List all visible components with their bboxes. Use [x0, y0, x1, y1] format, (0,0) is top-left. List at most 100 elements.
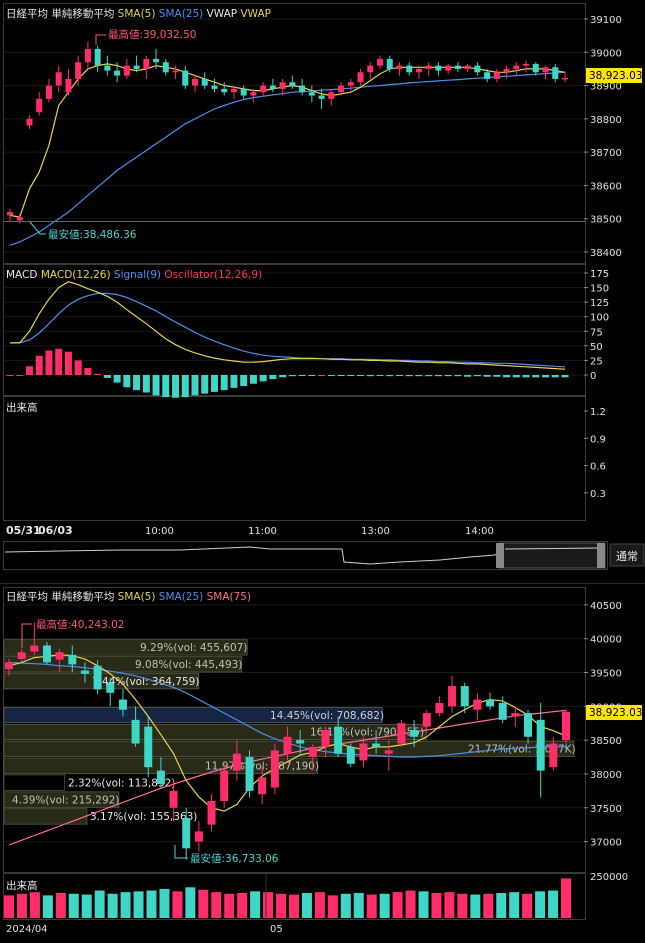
macd-oscillator-bar — [386, 375, 394, 377]
intraday-candle — [357, 72, 364, 83]
daily-volume-bar — [496, 892, 507, 918]
intraday-candle — [26, 118, 33, 126]
daily-candle — [55, 652, 64, 660]
daily-candle — [258, 777, 267, 795]
macd-oscillator-bar — [103, 375, 111, 378]
daily-volume-bar — [81, 894, 92, 918]
daily-volume-bar — [301, 892, 312, 918]
macd-oscillator-bar — [561, 375, 569, 378]
macd-oscillator-bar — [279, 375, 287, 378]
daily-candle — [384, 750, 393, 754]
intraday-candle — [308, 92, 315, 96]
macd-oscillator-bar — [483, 375, 491, 377]
macd-y-tick: 25 — [590, 356, 603, 367]
daily-volume-bar — [405, 890, 416, 918]
intraday-candle — [172, 70, 179, 73]
macd-oscillator-bar — [425, 375, 433, 377]
macd-oscillator-bar — [94, 373, 102, 375]
intraday-candle — [328, 92, 335, 99]
macd-oscillator-bar — [25, 366, 33, 375]
daily-candle — [207, 801, 216, 825]
daily-date-label-05: 05 — [270, 924, 283, 935]
intraday-legend-item: SMA(25) — [155, 8, 203, 20]
daily-volume-bar — [353, 892, 364, 918]
macd-oscillator-bar — [551, 375, 559, 378]
intraday-candle — [386, 58, 393, 69]
daily-low-label: 最安値:36,733.06 — [190, 852, 279, 865]
intraday-y-tick: 38400 — [590, 248, 622, 259]
daily-volume-bar — [288, 894, 299, 918]
macd-oscillator-bar — [172, 375, 180, 398]
navigator-right-handle[interactable] — [597, 543, 605, 568]
macd-oscillator-bar — [434, 375, 442, 377]
daily-low-annotation: 最安値:36,733.06 — [174, 845, 279, 865]
intraday-low-label: 最安値:38,486.36 — [48, 228, 137, 241]
mode-button-label[interactable]: 通常 — [616, 550, 638, 563]
intraday-candle — [104, 65, 111, 71]
daily-candle — [346, 746, 355, 764]
intraday-candle — [523, 63, 530, 66]
intraday-candle — [347, 82, 354, 86]
intraday-candle — [45, 85, 52, 99]
daily-candle — [372, 743, 381, 747]
intraday-candle — [7, 212, 13, 216]
daily-candle — [194, 831, 203, 842]
daily-candle — [536, 719, 545, 771]
intraday-candle — [123, 65, 130, 76]
daily-candle — [182, 817, 191, 849]
daily-candle — [169, 790, 178, 808]
daily-candle — [30, 645, 39, 652]
daily-volume-bar — [146, 890, 157, 918]
intraday-high-label: 最高値:39,032.50 — [108, 28, 196, 41]
macd-oscillator-bar — [181, 375, 189, 398]
intraday-candle — [84, 48, 91, 63]
mode-button[interactable]: 通常 — [609, 543, 645, 567]
macd-oscillator-bar — [133, 375, 141, 391]
macd-gridlines — [4, 272, 584, 376]
intraday-candle — [474, 65, 481, 73]
daily-high-label: 最高値:40,243.02 — [36, 618, 124, 631]
macd-oscillator-bar — [64, 351, 72, 375]
navigator[interactable] — [3, 541, 608, 570]
daily-volume-bar — [457, 893, 468, 918]
macd-oscillator-bar — [191, 375, 199, 396]
macd-oscillator-bar — [16, 375, 24, 376]
intraday-volume-y-tick: 1.2 — [590, 407, 606, 418]
daily-volume-bar — [198, 889, 209, 918]
macd-oscillator-bar — [318, 375, 326, 376]
intraday-sma5-path — [9, 63, 566, 218]
daily-candle — [562, 711, 570, 741]
volume-profile-bar — [3, 774, 66, 791]
intraday-candle — [445, 65, 452, 71]
intraday-candle — [454, 65, 461, 69]
daily-candle — [410, 730, 419, 737]
macd-oscillator-bar — [249, 375, 257, 384]
intraday-candle — [318, 95, 325, 99]
daily-volume-bar — [314, 892, 325, 918]
daily-legend-item: SMA(5) — [114, 591, 155, 603]
daily-volume-bar — [42, 895, 53, 918]
intraday-y-tick: 38900 — [590, 82, 622, 93]
daily-y-axis: 4050040000395003900038500380003750037000 — [584, 601, 622, 849]
daily-candle — [42, 645, 51, 663]
intraday-y-tick: 38700 — [590, 148, 622, 159]
macd-y-tick: 125 — [590, 298, 609, 309]
macd-y-tick: 100 — [590, 313, 609, 324]
daily-candle — [486, 699, 495, 707]
macd-legend-item: Oscillator(12,26,9) — [161, 269, 262, 281]
macd-legend-item: MACD — [6, 269, 37, 281]
intraday-candle — [201, 78, 208, 86]
intraday-candle — [464, 65, 471, 69]
intraday-candle — [406, 65, 413, 73]
macd-legend: MACD MACD(12,26) Signal(9) Oscillator(12… — [6, 269, 262, 281]
navigator-left-handle[interactable] — [496, 543, 504, 568]
daily-volume-bar — [185, 887, 196, 918]
macd-oscillator-bar — [152, 375, 160, 396]
macd-oscillator-bar — [230, 375, 238, 388]
intraday-y-tick: 38800 — [590, 115, 622, 126]
macd-oscillator-bar — [327, 375, 335, 376]
intraday-candle — [396, 65, 403, 69]
macd-oscillator-bar — [35, 355, 43, 375]
intraday-volume-y-axis: 1.2 0.9 0.6 0.3 — [584, 407, 606, 500]
macd-legend-item: Signal(9) — [111, 269, 161, 281]
